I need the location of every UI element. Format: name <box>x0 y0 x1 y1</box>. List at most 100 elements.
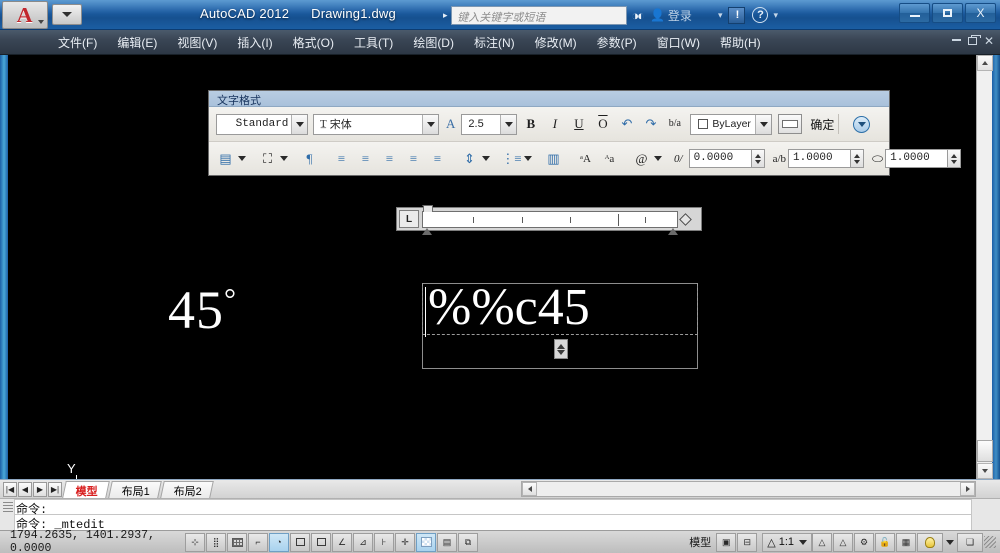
snap-mode-toggle[interactable]: ⊹ <box>185 532 205 552</box>
redo-button[interactable]: ↷ <box>640 114 661 135</box>
maximize-button[interactable] <box>932 3 963 23</box>
spinner-buttons[interactable] <box>750 149 765 168</box>
chevron-right-icon[interactable]: ▸ <box>439 10 451 21</box>
transparency-toggle[interactable] <box>416 532 436 552</box>
chevron-down-icon[interactable] <box>500 114 517 134</box>
line-spacing-button[interactable]: ⇕ <box>459 148 480 169</box>
align-left-button[interactable]: ≡ <box>331 148 352 169</box>
doc-restore-icon[interactable] <box>967 35 981 45</box>
menu-dimension[interactable]: 标注(N) <box>464 32 525 53</box>
chevron-down-icon[interactable]: ▾ <box>773 10 778 21</box>
insert-field-button[interactable]: ▥ <box>543 148 564 169</box>
spinner-buttons[interactable] <box>850 149 865 168</box>
align-distributed-button[interactable]: ≡ <box>427 148 448 169</box>
width-factor-value[interactable]: 1.0000 <box>885 149 948 168</box>
user-account-icon[interactable]: 👤 <box>650 8 665 22</box>
object-snap-toggle[interactable] <box>290 532 310 552</box>
options-expand-button[interactable] <box>853 115 871 133</box>
toolbar-lock-button[interactable]: 🔓 <box>875 532 895 552</box>
search-binoculars-icon[interactable]: ◑◐ <box>631 8 645 23</box>
dynamic-input-toggle[interactable]: ⊦ <box>374 532 394 552</box>
align-right-button[interactable]: ≡ <box>379 148 400 169</box>
scroll-down-button[interactable] <box>977 463 993 479</box>
ok-button[interactable]: 确定 <box>810 116 834 133</box>
chevron-down-icon[interactable] <box>799 539 807 545</box>
mtext-height-handle[interactable] <box>554 339 568 359</box>
close-button[interactable]: X <box>965 3 996 23</box>
menu-insert[interactable]: 插入(I) <box>227 32 282 53</box>
next-layout-button[interactable]: ▶ <box>33 481 47 497</box>
first-layout-button[interactable]: |◀ <box>3 481 17 497</box>
minimize-button[interactable] <box>899 3 930 23</box>
show-ruler-button[interactable] <box>778 114 803 134</box>
left-indent-marker[interactable] <box>422 227 432 235</box>
menu-edit[interactable]: 编辑(E) <box>107 32 167 53</box>
application-menu-button[interactable]: A <box>2 1 48 29</box>
annotative-icon[interactable]: A <box>446 116 455 132</box>
selection-cycling-toggle[interactable]: ⧉ <box>458 532 478 552</box>
grid-display-toggle[interactable] <box>227 532 247 552</box>
mtext-justification-button[interactable]: ⛶ <box>257 148 278 169</box>
lineweight-toggle[interactable]: ✛ <box>395 532 415 552</box>
symbol-button[interactable]: @ <box>631 148 652 169</box>
search-input[interactable]: 键入关键字或短语 <box>451 5 628 25</box>
tab-stop-type-button[interactable]: L <box>399 210 419 228</box>
ortho-mode-toggle[interactable]: ⌐ <box>248 532 268 552</box>
horizontal-scrollbar[interactable] <box>521 481 976 497</box>
tab-layout2[interactable]: 布局2 <box>160 480 215 498</box>
overline-button[interactable]: O <box>592 114 613 135</box>
align-justify-button[interactable]: ≡ <box>403 148 424 169</box>
chevron-down-icon[interactable] <box>654 156 662 161</box>
last-layout-button[interactable]: ▶| <box>48 481 62 497</box>
chevron-down-icon[interactable] <box>422 114 438 134</box>
prev-layout-button[interactable]: ◀ <box>18 481 32 497</box>
polar-tracking-toggle[interactable]: ◔ <box>269 532 289 552</box>
annotation-scale-selector[interactable]: △ 1:1 <box>762 532 812 552</box>
chevron-down-icon[interactable]: ▾ <box>718 10 723 21</box>
auto-scale-button[interactable]: △ <box>833 532 853 552</box>
ruler-track[interactable] <box>422 204 678 235</box>
tab-layout1[interactable]: 布局1 <box>108 480 162 498</box>
scroll-right-button[interactable] <box>960 482 975 496</box>
chevron-down-icon[interactable] <box>238 156 246 161</box>
underline-button[interactable]: U <box>568 114 589 135</box>
tab-model[interactable]: 模型 <box>62 480 110 498</box>
layout-viewport-button[interactable]: ⊟ <box>737 532 758 552</box>
text-height-combo[interactable]: 2.5 <box>461 113 518 135</box>
help-icon[interactable]: ? <box>752 7 769 23</box>
resize-grip[interactable] <box>984 536 996 548</box>
chevron-down-icon[interactable] <box>291 114 307 134</box>
annotation-visibility-button[interactable]: △ <box>812 532 832 552</box>
stack-button[interactable]: b/a <box>664 114 685 135</box>
isolate-objects-button[interactable] <box>917 532 943 552</box>
undo-button[interactable]: ↶ <box>616 114 637 135</box>
workspace-switching-button[interactable]: ⚙ <box>854 532 874 552</box>
text-color-combo[interactable]: ByLayer <box>690 113 773 135</box>
lowercase-button[interactable]: ᴬa <box>599 148 620 169</box>
scrollbar-thumb[interactable] <box>977 440 993 462</box>
bold-button[interactable]: B <box>520 114 541 135</box>
hardware-acceleration-button[interactable]: ▦ <box>896 532 916 552</box>
right-indent-marker[interactable] <box>668 227 678 235</box>
column-width-handle[interactable] <box>679 212 692 226</box>
text-style-combo[interactable]: Standard <box>216 113 308 135</box>
oblique-angle-spinner[interactable]: 0.0000 <box>688 149 765 169</box>
menu-modify[interactable]: 修改(M) <box>525 32 587 53</box>
grid-dotted-toggle[interactable]: ⣿ <box>206 532 226 552</box>
uppercase-button[interactable]: ᵃA <box>575 148 596 169</box>
chevron-down-icon[interactable] <box>482 156 490 161</box>
menu-help[interactable]: 帮助(H) <box>710 32 771 53</box>
tracking-value[interactable]: 1.0000 <box>788 149 851 168</box>
command-window-grip[interactable] <box>3 502 13 512</box>
scroll-up-button[interactable] <box>977 55 993 71</box>
vertical-scrollbar[interactable] <box>976 55 993 479</box>
scroll-left-button[interactable] <box>522 482 537 496</box>
tracking-spinner[interactable]: 1.0000 <box>788 149 865 169</box>
chevron-down-icon[interactable] <box>755 114 772 134</box>
coordinates-display[interactable]: 1794.2635, 1401.2937, 0.0000 <box>10 529 185 553</box>
menu-draw[interactable]: 绘图(D) <box>403 32 464 53</box>
mtext-editing-value[interactable]: %%c45 <box>428 280 590 336</box>
3d-object-snap-toggle[interactable] <box>311 532 331 552</box>
chevron-down-icon[interactable] <box>280 156 288 161</box>
chevron-down-icon[interactable] <box>946 539 954 545</box>
